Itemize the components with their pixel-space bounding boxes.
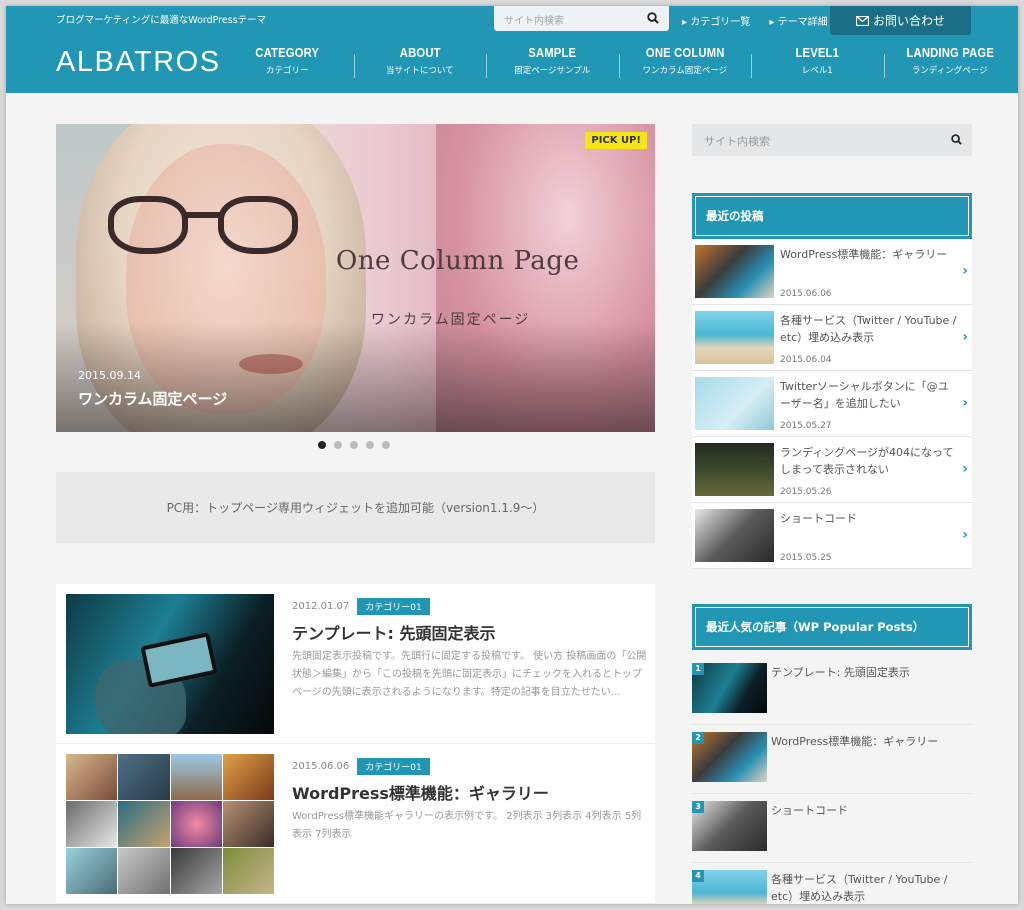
post-thumbnail xyxy=(695,377,774,430)
slide-caption[interactable]: ワンカラム固定ページ xyxy=(78,388,227,409)
post-thumbnail xyxy=(695,311,774,364)
nav-item-level1[interactable]: LEVEL1 レベル1 xyxy=(751,46,884,86)
post-thumbnail: 4 xyxy=(692,870,767,904)
main-nav: CATEGORY カテゴリー ABOUT 当サイトについて SAMPLE 固定ページサ… xyxy=(221,46,1016,86)
top-links: ▸ カテゴリ一覧 ▸ テーマ詳細 xyxy=(682,13,844,28)
contact-button[interactable]: お問い合わせ xyxy=(830,6,971,35)
post-excerpt: 先頭固定表示投稿です。先頭行に固定する投稿です。 使い方 投稿画面の「公開状態＞… xyxy=(292,651,647,698)
popular-posts-heading: 最近人気の記事（WP Popular Posts） xyxy=(692,604,972,650)
post-thumbnail[interactable] xyxy=(66,594,274,734)
post-card[interactable]: 2015.06.06 カテゴリー01 WordPress標準機能：ギャラリー W… xyxy=(56,744,655,904)
nav-item-about[interactable]: ABOUT 当サイトについて xyxy=(353,46,487,86)
contact-label: お問い合わせ xyxy=(872,14,945,28)
site-logo[interactable]: ALBATROS xyxy=(56,46,221,79)
chevron-right-icon: › xyxy=(962,527,968,543)
post-category-badge[interactable]: カテゴリー01 xyxy=(357,598,430,615)
rank-badge: 3 xyxy=(692,801,704,813)
post-date: 2015.06.06 xyxy=(292,761,350,772)
list-item[interactable]: ランディングページが404になってしまって表示されない 2015.05.26 › xyxy=(692,437,972,503)
slider-dot-3[interactable] xyxy=(350,441,358,449)
post-category-badge[interactable]: カテゴリー01 xyxy=(357,758,430,775)
recent-posts-heading: 最近の投稿 xyxy=(692,193,972,239)
post-date: 2012.01.07 xyxy=(292,601,350,612)
rank-badge: 4 xyxy=(692,870,704,882)
phone-icon xyxy=(140,632,218,688)
search-icon[interactable] xyxy=(647,12,659,24)
top-widget-notice: PC用：トップページ専用ウィジェットを追加可能（version1.1.9〜） xyxy=(56,472,655,543)
site-header: ブログマーケティングに最適なWordPressテーマ サイト内検索 ▸ カテゴリ… xyxy=(6,6,1018,93)
list-item[interactable]: 1 テンプレート: 先頭固定表示 xyxy=(692,656,972,725)
slider-dot-4[interactable] xyxy=(366,441,374,449)
slider-dot-1[interactable] xyxy=(318,441,326,449)
chevron-right-icon: › xyxy=(962,395,968,411)
mail-icon xyxy=(855,15,869,26)
pickup-badge: PICK UP! xyxy=(585,132,647,149)
nav-item-landing-page[interactable]: LANDING PAGE ランディングページ xyxy=(883,46,1017,86)
chevron-right-icon: › xyxy=(962,329,968,345)
recent-posts-list: WordPress標準機能：ギャラリー 2015.06.06 › 各種サービス（… xyxy=(692,239,972,569)
post-thumbnail: 1 xyxy=(692,663,767,713)
post-list: 2012.01.07 カテゴリー01 テンプレート: 先頭固定表示 先頭固定表示… xyxy=(56,584,655,904)
rank-badge: 2 xyxy=(692,732,704,744)
slide-date: 2015.09.14 xyxy=(78,369,141,382)
rank-badge: 1 xyxy=(692,663,704,675)
list-item[interactable]: WordPress標準機能：ギャラリー 2015.06.06 › xyxy=(692,239,972,305)
site-tagline: ブログマーケティングに最適なWordPressテーマ xyxy=(56,15,267,26)
search-placeholder: サイト内検索 xyxy=(504,16,564,27)
top-link-categories[interactable]: ▸ カテゴリ一覧 xyxy=(682,17,758,28)
list-item[interactable]: 2 WordPress標準機能：ギャラリー xyxy=(692,725,972,794)
slider-dots xyxy=(318,441,390,449)
post-thumbnail: 3 xyxy=(692,801,767,851)
post-title[interactable]: WordPress標準機能：ギャラリー xyxy=(292,780,549,804)
post-card[interactable]: 2012.01.07 カテゴリー01 テンプレート: 先頭固定表示 先頭固定表示… xyxy=(56,584,655,744)
chevron-right-icon: › xyxy=(962,461,968,477)
header-search-input[interactable]: サイト内検索 xyxy=(494,6,669,31)
post-title[interactable]: テンプレート: 先頭固定表示 xyxy=(292,620,496,644)
glasses-icon xyxy=(108,196,188,254)
search-placeholder: サイト内検索 xyxy=(704,135,770,148)
list-item[interactable]: 3 ショートコード xyxy=(692,794,972,863)
nav-item-category[interactable]: CATEGORY カテゴリー xyxy=(221,46,354,86)
post-thumbnail xyxy=(695,443,774,496)
post-thumbnail: 2 xyxy=(692,732,767,782)
nav-item-one-column[interactable]: ONE COLUMN ワンカラム固定ページ xyxy=(618,46,752,86)
list-item[interactable]: ショートコード 2015.05.25 › xyxy=(692,503,972,569)
post-excerpt: WordPress標準機能ギャラリーの表示例です。 2列表示 3列表示 4列表示… xyxy=(292,811,642,840)
list-item[interactable]: Twitterソーシャルボタンに「@ユーザー名」を追加したい 2015.05.2… xyxy=(692,371,972,437)
featured-slider[interactable]: One Column Page ワンカラム固定ページ 2015.09.14 ワン… xyxy=(56,124,655,432)
slider-dot-2[interactable] xyxy=(334,441,342,449)
sidebar-search-input[interactable]: サイト内検索 xyxy=(692,124,972,156)
list-item[interactable]: 4 各種サービス（Twitter / YouTube / etc）埋め込み表示 xyxy=(692,863,972,904)
post-thumbnail xyxy=(695,245,774,298)
search-icon[interactable] xyxy=(951,134,962,145)
top-link-theme[interactable]: ▸ テーマ詳細 xyxy=(769,17,835,28)
nav-item-sample[interactable]: SAMPLE 固定ページサンプル xyxy=(486,46,619,86)
post-thumbnail[interactable] xyxy=(66,754,274,894)
slide-image-title: One Column Page xyxy=(336,246,580,276)
popular-posts-list: 1 テンプレート: 先頭固定表示 2 WordPress標準機能：ギャラリー 3… xyxy=(692,656,972,904)
post-thumbnail xyxy=(695,509,774,562)
chevron-right-icon: › xyxy=(962,263,968,279)
slider-dot-5[interactable] xyxy=(382,441,390,449)
list-item[interactable]: 各種サービス（Twitter / YouTube / etc）埋め込み表示 20… xyxy=(692,305,972,371)
page-frame: ブログマーケティングに最適なWordPressテーマ サイト内検索 ▸ カテゴリ… xyxy=(6,6,1018,904)
